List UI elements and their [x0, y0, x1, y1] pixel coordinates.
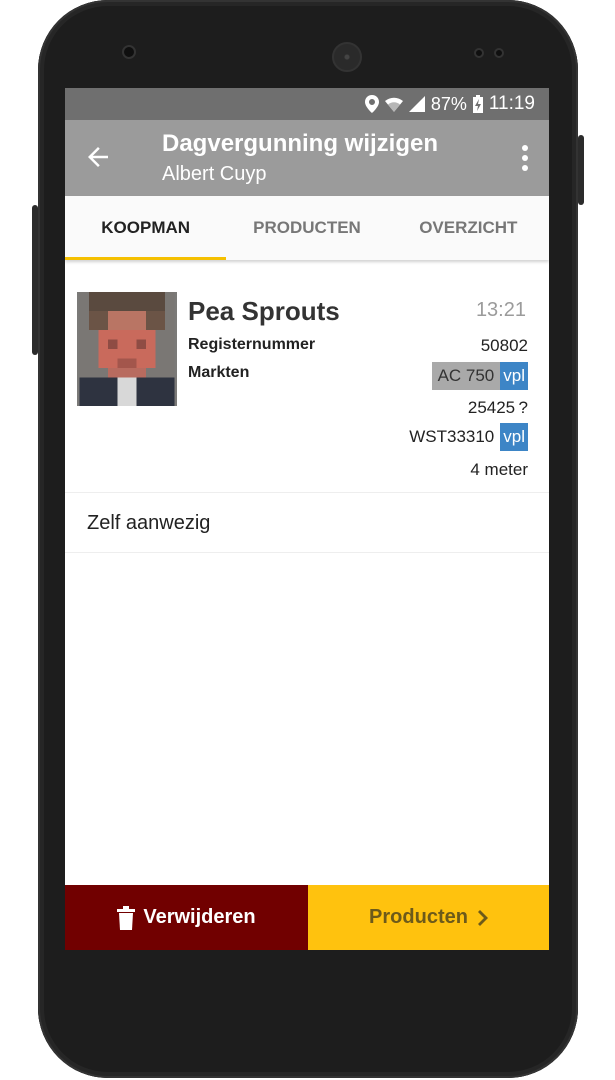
status-bar: 87% 11:19: [65, 88, 549, 120]
screen: 87% 11:19 Dagvergunning wijzigen Albert …: [65, 88, 549, 950]
bottom-action-bar: Verwijderen Producten: [65, 885, 549, 950]
koopman-photo: [77, 292, 177, 406]
wifi-icon: [384, 96, 403, 112]
front-camera: [122, 45, 136, 59]
more-options-icon[interactable]: [521, 144, 529, 172]
producten-button-label: Producten: [369, 906, 468, 928]
delete-button-label: Verwijderen: [143, 906, 256, 928]
tab-producten[interactable]: PRODUCTEN: [226, 196, 387, 260]
registernummer-label: Registernummer: [188, 336, 316, 353]
vpl-badge: vpl: [500, 423, 528, 451]
producten-button[interactable]: Producten: [308, 885, 549, 950]
chevron-right-icon: [477, 909, 488, 926]
koopman-card: Pea Sprouts 13:21 Registernummer 50802 M…: [65, 280, 549, 492]
app-bar: Dagvergunning wijzigen Albert Cuyp: [65, 120, 549, 196]
sensor: [474, 48, 484, 58]
stand-length: 4 meter: [470, 460, 528, 479]
vpl-badge: vpl: [500, 362, 528, 390]
tab-bar: KOOPMAN PRODUCTEN OVERZICHT: [65, 196, 549, 260]
markt-code: AC 750: [431, 362, 501, 390]
delete-button[interactable]: Verwijderen: [65, 885, 308, 950]
battery-charging-icon: [472, 95, 483, 113]
signal-icon: [408, 96, 425, 112]
power-button: [578, 135, 584, 205]
markten-label: Markten: [188, 364, 250, 381]
sensor: [494, 48, 504, 58]
earpiece-speaker: [332, 42, 362, 72]
location-icon: [364, 95, 379, 113]
markt-entry: 25425 ?: [467, 398, 528, 417]
page-title: Dagvergunning wijzigen: [162, 130, 439, 157]
markt-entry: AC 750 vpl: [431, 362, 528, 390]
markt-entry: WST33310 vpl: [409, 423, 528, 451]
back-arrow-icon[interactable]: [83, 142, 113, 172]
trash-icon: [117, 905, 136, 930]
battery-percentage: 87%: [430, 93, 467, 114]
page-subtitle: Albert Cuyp: [162, 163, 267, 185]
volume-button: [32, 205, 38, 355]
markt-code: WST33310: [409, 427, 495, 446]
divider: [65, 552, 549, 553]
clock: 11:19: [488, 93, 535, 114]
divider: [65, 492, 549, 493]
koopman-name: Pea Sprouts: [188, 296, 340, 326]
presence-status[interactable]: Zelf aanwezig: [87, 512, 210, 535]
registernummer-value: 50802: [480, 336, 528, 355]
tab-koopman[interactable]: KOOPMAN: [65, 196, 227, 260]
tab-overzicht[interactable]: OVERZICHT: [388, 196, 549, 260]
registration-time: 13:21: [475, 299, 526, 321]
